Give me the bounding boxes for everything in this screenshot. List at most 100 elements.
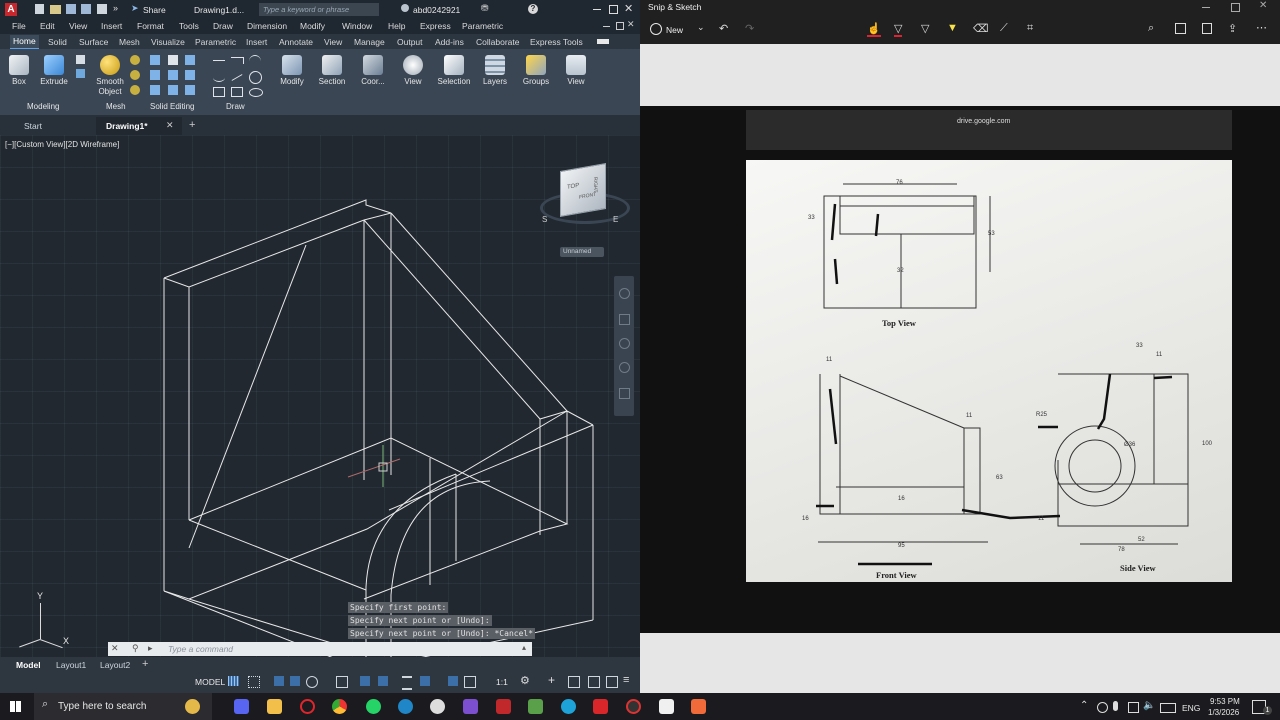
tab-annotate[interactable]: Annotate <box>279 37 313 47</box>
menu-express[interactable]: Express <box>420 21 451 31</box>
touch-writing-icon[interactable]: ☝ <box>867 22 881 37</box>
zoom-icon[interactable] <box>619 338 630 349</box>
clean-screen-icon[interactable] <box>606 676 618 688</box>
menu-view[interactable]: View <box>69 21 87 31</box>
eraser-icon[interactable]: ⌫ <box>973 22 989 35</box>
solid-edit-icon-9[interactable] <box>185 85 195 95</box>
drawing1-tab[interactable]: Drawing1* ✕ <box>96 117 182 135</box>
polysolid-icon[interactable] <box>76 69 85 78</box>
solid-edit-icon-4[interactable] <box>168 55 178 65</box>
minimize-icon[interactable] <box>593 9 601 10</box>
mesh-tool-icon-2[interactable] <box>130 70 140 80</box>
viewcube[interactable]: TOP FRONT RIGHT S E <box>538 162 630 227</box>
file-explorer-icon[interactable] <box>267 699 282 714</box>
modify-tool[interactable]: Modify <box>276 55 308 86</box>
close-icon[interactable]: ✕ <box>624 2 633 15</box>
extrude-tool[interactable]: Extrude <box>38 55 70 86</box>
snip-canvas[interactable]: drive.google.com Top View Front View Sid… <box>640 44 1280 693</box>
coordinates-tool[interactable]: Coor... <box>356 55 390 86</box>
solid-edit-icon-3[interactable] <box>150 85 160 95</box>
tab-visualize[interactable]: Visualize <box>151 37 185 47</box>
autocad-logo[interactable]: A <box>5 3 17 16</box>
open-file-icon[interactable] <box>50 5 61 14</box>
pan-icon[interactable] <box>619 314 630 325</box>
share-snip-icon[interactable]: ⇪ <box>1228 22 1237 35</box>
units-icon[interactable] <box>568 676 580 688</box>
box-tool[interactable]: Box <box>6 55 32 86</box>
tab-output[interactable]: Output <box>397 37 423 47</box>
snip-maximize-icon[interactable] <box>1231 3 1240 12</box>
tray-icon-3[interactable] <box>1128 702 1139 713</box>
steering-wheel-icon[interactable] <box>619 288 630 299</box>
layout-tab-layout2[interactable]: Layout2 <box>100 660 130 670</box>
command-customize-icon[interactable]: ⚲ <box>132 643 139 654</box>
new-snip-dropdown-icon[interactable]: ⌄ <box>697 22 705 33</box>
menu-format[interactable]: Format <box>137 21 164 31</box>
mesh-group-label[interactable]: Mesh <box>106 102 126 111</box>
more-options-icon[interactable]: ⋯ <box>1256 21 1267 34</box>
tray-microphone-icon[interactable] <box>1113 701 1118 711</box>
polar-toggle-icon[interactable] <box>290 676 300 686</box>
presspull-icon[interactable] <box>76 55 85 64</box>
ribbon-options-icon[interactable] <box>597 39 609 44</box>
mesh-tool-icon-3[interactable] <box>130 85 140 95</box>
selection-cycling-icon[interactable] <box>420 676 430 686</box>
menu-tools[interactable]: Tools <box>179 21 199 31</box>
lineweight-toggle-icon[interactable] <box>402 676 412 690</box>
view-tool[interactable]: View <box>398 55 428 86</box>
green-app-icon[interactable] <box>528 699 543 714</box>
tray-language[interactable]: ENG <box>1182 703 1200 713</box>
named-view-badge[interactable]: Unnamed <box>560 247 604 257</box>
command-history-toggle-icon[interactable]: ▴ <box>522 643 526 652</box>
annotation-monitor-icon[interactable]: + <box>548 673 555 687</box>
solid-edit-icon-6[interactable] <box>168 85 178 95</box>
circle-icon[interactable] <box>249 71 262 84</box>
menu-file[interactable]: File <box>12 21 26 31</box>
save-icon[interactable] <box>66 4 76 14</box>
ballpoint-pen-icon[interactable]: ▽ <box>894 22 903 37</box>
solid-editing-group-label[interactable]: Solid Editing <box>150 102 194 111</box>
solid-edit-icon-5[interactable] <box>168 70 178 80</box>
solid-edit-icon-8[interactable] <box>185 70 195 80</box>
add-layout-icon[interactable]: + <box>142 658 148 670</box>
modeling-group-label[interactable]: Modeling <box>27 102 59 111</box>
showmotion-icon[interactable] <box>619 388 630 399</box>
new-tab-icon[interactable]: + <box>189 119 195 131</box>
groups-tool[interactable]: Groups <box>520 55 552 86</box>
ruler-icon[interactable]: ⟋ <box>1000 22 1008 35</box>
line-2-icon[interactable] <box>231 74 243 81</box>
app-circle-icon[interactable] <box>430 699 445 714</box>
new-snip-icon[interactable] <box>650 23 662 35</box>
tray-chevron-icon[interactable]: ⌃ <box>1080 700 1088 711</box>
navigation-bar[interactable] <box>614 276 634 416</box>
edge-dev-icon[interactable] <box>398 699 413 714</box>
snip-sketch-taskbar-icon[interactable] <box>691 699 706 714</box>
annotation-visibility-icon[interactable] <box>448 676 458 686</box>
redo-icon[interactable]: ↷ <box>745 22 754 35</box>
solid-edit-icon-1[interactable] <box>150 55 160 65</box>
doc-minimize-icon[interactable] <box>603 26 610 27</box>
doc-restore-icon[interactable] <box>616 22 624 30</box>
selection-tool[interactable]: Selection <box>436 55 472 86</box>
user-name[interactable]: abd0242921 <box>413 5 460 15</box>
tray-volume-icon[interactable]: 🔈 <box>1143 700 1155 711</box>
maximize-icon[interactable] <box>609 5 618 14</box>
tab-manage[interactable]: Manage <box>354 37 385 47</box>
command-close-icon[interactable]: ✕ <box>111 643 119 654</box>
visual-studio-icon[interactable] <box>463 699 478 714</box>
discord-icon[interactable] <box>234 699 249 714</box>
command-line[interactable]: ✕ ⚲ ▸ Type a command ▴ <box>108 642 532 656</box>
taskbar-time[interactable]: 9:53 PM <box>1210 697 1240 706</box>
polyline-icon[interactable] <box>231 57 244 64</box>
undo-icon[interactable]: ↶ <box>719 22 728 35</box>
layout-tab-layout1[interactable]: Layout1 <box>56 660 86 670</box>
layout-tab-model[interactable]: Model <box>16 660 41 670</box>
capcut-icon[interactable] <box>659 699 674 714</box>
snip-close-icon[interactable]: ✕ <box>1259 0 1267 11</box>
start-windows-icon[interactable] <box>10 701 21 712</box>
tab-collaborate[interactable]: Collaborate <box>476 37 519 47</box>
spline-icon[interactable] <box>213 73 225 82</box>
arc-icon[interactable] <box>249 55 261 68</box>
drawing-area[interactable]: [−][Custom View][2D Wireframe] TOP FRONT… <box>0 135 640 657</box>
red-app-icon[interactable] <box>496 699 511 714</box>
